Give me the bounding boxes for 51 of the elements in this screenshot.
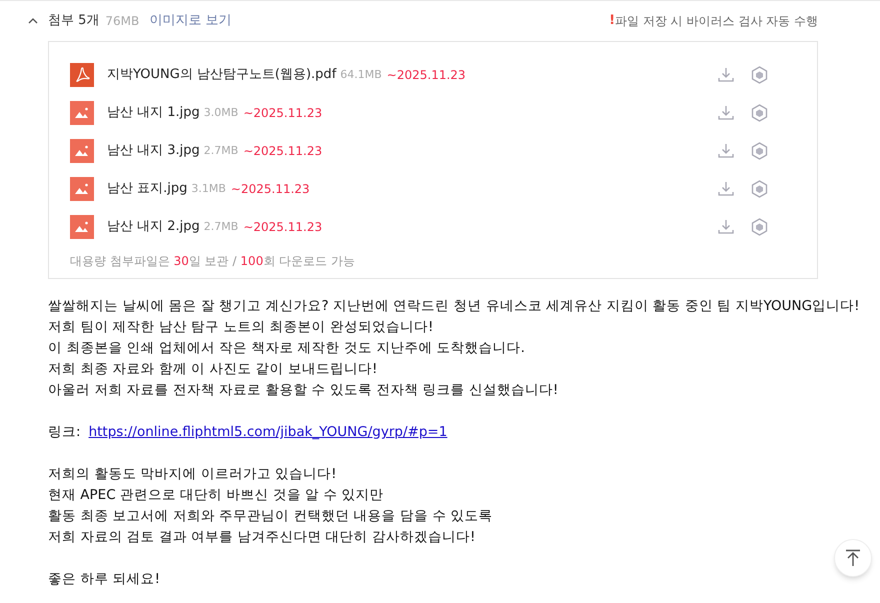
image-file-icon — [70, 139, 94, 163]
file-size: 3.0MB — [204, 104, 238, 121]
arrow-up-icon — [845, 549, 861, 567]
hexagon-box-icon[interactable] — [751, 218, 768, 236]
image-file-icon — [70, 177, 94, 201]
download-icon[interactable] — [717, 180, 735, 198]
file-size: 64.1MB — [340, 66, 382, 83]
hexagon-box-icon[interactable] — [751, 180, 768, 198]
chevron-up-icon[interactable] — [28, 16, 38, 26]
hexagon-box-icon[interactable] — [751, 104, 768, 122]
download-icon[interactable] — [717, 104, 735, 122]
ebook-link[interactable]: https://online.fliphtml5.com/jibak_YOUNG/gyrp/#p=1 — [88, 422, 448, 443]
virus-scan-notice: 파일 저장 시 바이러스 검사 자동 수행 — [615, 13, 818, 30]
total-size: 76MB — [105, 13, 140, 30]
message-line: 저희 팀이 제작한 남산 탐구 노트의 최종본이 완성되었습니다! — [48, 318, 434, 337]
message-line: 이 최종본을 인쇄 업체에서 작은 책자로 제작한 것도 지난주에 도착했습니다. — [48, 339, 525, 358]
image-file-icon — [70, 101, 94, 125]
file-name[interactable]: 남산 내지 2.jpg — [107, 217, 200, 237]
expiry-date: ~2025.11.23 — [243, 219, 322, 236]
message-line: 좋은 하루 되세요! — [48, 570, 160, 589]
file-name[interactable]: 남산 표지.jpg — [107, 179, 188, 199]
message-line: 현재 APEC 관련으로 대단히 바쁘신 것을 알 수 있지만 — [48, 486, 384, 505]
download-icon[interactable] — [717, 218, 735, 236]
view-as-image-link[interactable]: 이미지로 보기 — [149, 11, 232, 31]
expiry-date: ~2025.11.23 — [243, 143, 322, 160]
message-line: 활동 최종 보고서에 저희와 주무관님이 컨택했던 내용을 담을 수 있도록 — [48, 507, 493, 526]
expiry-date: ~2025.11.23 — [230, 181, 310, 198]
hexagon-box-icon[interactable] — [751, 66, 768, 84]
scroll-to-top-button[interactable] — [834, 539, 872, 577]
message-line: 저희 자료의 검토 결과 여부를 남겨주신다면 대단히 감사하겠습니다! — [48, 528, 476, 547]
message-line: 아울러 저희 자료를 전자책 자료로 활용할 수 있도록 전자책 링크를 신설했습니다! — [48, 381, 558, 400]
message-line: 저희 최종 자료와 함께 이 사진도 같이 보내드립니다! — [48, 360, 378, 379]
file-size: 3.1MB — [191, 180, 226, 197]
expiry-date: ~2025.11.23 — [243, 105, 322, 122]
message-line: 저희의 활동도 막바지에 이르러가고 있습니다! — [48, 465, 337, 484]
image-file-icon — [70, 215, 94, 239]
file-name[interactable]: 지박YOUNG의 남산탐구노트(웹용).pdf — [107, 65, 336, 85]
file-size: 2.7MB — [204, 218, 238, 235]
download-icon[interactable] — [717, 142, 735, 160]
hexagon-box-icon[interactable] — [751, 142, 768, 160]
file-name[interactable]: 남산 내지 1.jpg — [107, 103, 200, 123]
attachment-count: 첨부 5개 — [48, 12, 100, 30]
file-name[interactable]: 남산 내지 3.jpg — [107, 141, 200, 161]
file-size: 2.7MB — [204, 142, 238, 159]
message-line: 쌀쌀해지는 날씨에 몸은 잘 챙기고 계신가요? 지난번에 연락드린 청년 유네스코 세계유산 지킴이 활동 중인 팀 지박YOUNG입니다! — [48, 297, 860, 316]
link-label: 링크: — [48, 423, 81, 442]
warning-mark: ! — [609, 12, 616, 30]
expiry-date: ~2025.11.23 — [386, 67, 466, 84]
storage-note: 대용량 첨부파일은 30일 보관 / 100회 다운로드 가능 — [70, 253, 356, 270]
download-icon[interactable] — [717, 66, 735, 84]
pdf-file-icon — [70, 63, 94, 87]
